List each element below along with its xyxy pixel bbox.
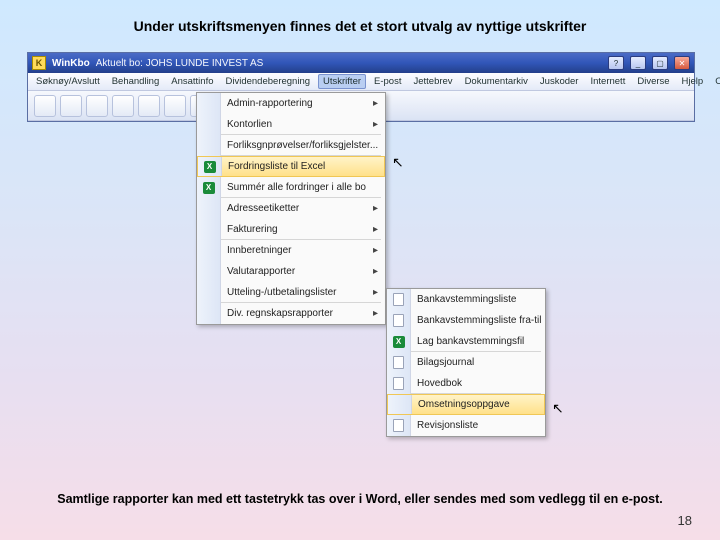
menu-entry[interactable]: Revisjonsliste bbox=[387, 415, 545, 436]
toolbar-button[interactable] bbox=[60, 95, 82, 117]
menu-item[interactable]: Dividendeberegning bbox=[222, 75, 315, 88]
menu-entry[interactable]: Adresseetiketter ▸ bbox=[197, 198, 385, 219]
menu-entry-label: Summér alle fordringer i alle bo bbox=[221, 182, 381, 193]
toolbar-button[interactable] bbox=[112, 95, 134, 117]
menu-item[interactable]: Hjelp bbox=[678, 75, 708, 88]
menu-entry-label: Adresseetiketter bbox=[221, 203, 373, 214]
menu-entry-label: Lag bankavstemmingsfil bbox=[411, 336, 541, 347]
menu-entry-label: Fordringsliste til Excel bbox=[222, 161, 380, 172]
menu-entry[interactable]: Utteling-/utbetalingslister ▸ bbox=[197, 282, 385, 303]
document-icon bbox=[393, 377, 404, 390]
toolbar-button[interactable] bbox=[138, 95, 160, 117]
toolbar-button[interactable] bbox=[86, 95, 108, 117]
menu-entry[interactable]: X Fordringsliste til Excel bbox=[197, 156, 385, 177]
excel-icon: X bbox=[204, 161, 216, 173]
menu-entry[interactable]: X Summér alle fordringer i alle bo bbox=[197, 177, 385, 198]
menu-item[interactable]: Om Winkbo bbox=[711, 75, 720, 88]
submenu-arrow-icon: ▸ bbox=[373, 224, 381, 235]
menu-item[interactable]: Juskoder bbox=[536, 75, 583, 88]
menu-entry-label: Utteling-/utbetalingslister bbox=[221, 287, 373, 298]
document-icon bbox=[393, 419, 404, 432]
menu-entry-label: Fakturering bbox=[221, 224, 373, 235]
menu-entry[interactable]: Kontorlien ▸ bbox=[197, 114, 385, 135]
menu-entry-label: Valutarapporter bbox=[221, 266, 373, 277]
menu-entry[interactable]: Fakturering ▸ bbox=[197, 219, 385, 240]
toolbar-button[interactable] bbox=[34, 95, 56, 117]
slide-title: Under utskriftsmenyen finnes det et stor… bbox=[0, 18, 720, 34]
menu-entry-label: Hovedbok bbox=[411, 378, 541, 389]
menu-entry[interactable]: Bilagsjournal bbox=[387, 352, 545, 373]
menu-entry[interactable]: Valutarapporter ▸ bbox=[197, 261, 385, 282]
menu-entry-label: Revisjonsliste bbox=[411, 420, 541, 431]
menu-entry-label: Admin-rapportering bbox=[221, 98, 373, 109]
menu-entry[interactable]: Hovedbok bbox=[387, 373, 545, 394]
document-icon bbox=[393, 314, 404, 327]
submenu-arrow-icon: ▸ bbox=[373, 119, 381, 130]
menu-item[interactable]: Dokumentarkiv bbox=[461, 75, 532, 88]
submenu-arrow-icon: ▸ bbox=[373, 203, 381, 214]
menu-item[interactable]: E-post bbox=[370, 75, 405, 88]
menu-item[interactable]: Diverse bbox=[633, 75, 673, 88]
document-icon bbox=[393, 293, 404, 306]
submenu-arrow-icon: ▸ bbox=[373, 287, 381, 298]
menu-entry-label: Bilagsjournal bbox=[411, 357, 541, 368]
menu-entry[interactable]: Omsetningsoppgave bbox=[387, 394, 545, 415]
regnskapsrapporter-submenu: Bankavstemmingsliste Bankavstemmingslist… bbox=[386, 288, 546, 437]
menu-item[interactable]: Behandling bbox=[108, 75, 164, 88]
help-button[interactable]: ? bbox=[608, 56, 624, 70]
submenu-arrow-icon: ▸ bbox=[373, 308, 381, 319]
menu-item-utskrifter[interactable]: Utskrifter bbox=[318, 74, 366, 89]
menubar: Søknøy/Avslutt Behandling Ansattinfo Div… bbox=[28, 73, 694, 91]
menu-item[interactable]: Internett bbox=[586, 75, 629, 88]
submenu-arrow-icon: ▸ bbox=[373, 266, 381, 277]
maximize-button[interactable]: ▢ bbox=[652, 56, 668, 70]
menu-entry[interactable]: Innberetninger ▸ bbox=[197, 240, 385, 261]
menu-entry[interactable]: Div. regnskapsrapporter ▸ bbox=[197, 303, 385, 324]
menu-entry-label: Bankavstemmingsliste fra-til dato bbox=[411, 315, 541, 326]
menu-entry[interactable]: Admin-rapportering ▸ bbox=[197, 93, 385, 114]
slide-caption: Samtlige rapporter kan med ett tastetryk… bbox=[0, 492, 720, 506]
menu-entry[interactable]: Bankavstemmingsliste fra-til dato bbox=[387, 310, 545, 331]
submenu-arrow-icon: ▸ bbox=[373, 98, 381, 109]
excel-icon: X bbox=[393, 336, 405, 348]
minimize-button[interactable]: _ bbox=[630, 56, 646, 70]
app-icon: K bbox=[32, 56, 46, 70]
menu-entry[interactable]: Forliksgnprøvelser/forliksgjelster... bbox=[197, 135, 385, 156]
menu-entry-label: Kontorlien bbox=[221, 119, 373, 130]
menu-entry-label: Forliksgnprøvelser/forliksgjelster... bbox=[221, 140, 381, 151]
cursor-icon: ↖ bbox=[552, 400, 564, 417]
menu-entry-label: Bankavstemmingsliste bbox=[411, 294, 541, 305]
menu-item[interactable]: Søknøy/Avslutt bbox=[32, 75, 104, 88]
page-number: 18 bbox=[678, 513, 692, 528]
excel-icon: X bbox=[203, 182, 215, 194]
close-button[interactable]: ✕ bbox=[674, 56, 690, 70]
utskrifter-menu: Admin-rapportering ▸ Kontorlien ▸ Forlik… bbox=[196, 92, 386, 325]
menu-item[interactable]: Jettebrev bbox=[409, 75, 456, 88]
menu-item[interactable]: Ansattinfo bbox=[167, 75, 217, 88]
menu-entry[interactable]: X Lag bankavstemmingsfil bbox=[387, 331, 545, 352]
app-name: WinKbo bbox=[52, 58, 90, 69]
toolbar-button[interactable] bbox=[164, 95, 186, 117]
app-subtitle: Aktuelt bo: JOHS LUNDE INVEST AS bbox=[96, 58, 264, 69]
menu-entry-label: Omsetningsoppgave bbox=[412, 399, 540, 410]
submenu-arrow-icon: ▸ bbox=[373, 245, 381, 256]
menu-entry-label: Innberetninger bbox=[221, 245, 373, 256]
menu-entry[interactable]: Bankavstemmingsliste bbox=[387, 289, 545, 310]
titlebar: K WinKbo Aktuelt bo: JOHS LUNDE INVEST A… bbox=[28, 53, 694, 73]
cursor-icon: ↖ bbox=[392, 154, 404, 171]
menu-entry-label: Div. regnskapsrapporter bbox=[221, 308, 373, 319]
document-icon bbox=[393, 356, 404, 369]
